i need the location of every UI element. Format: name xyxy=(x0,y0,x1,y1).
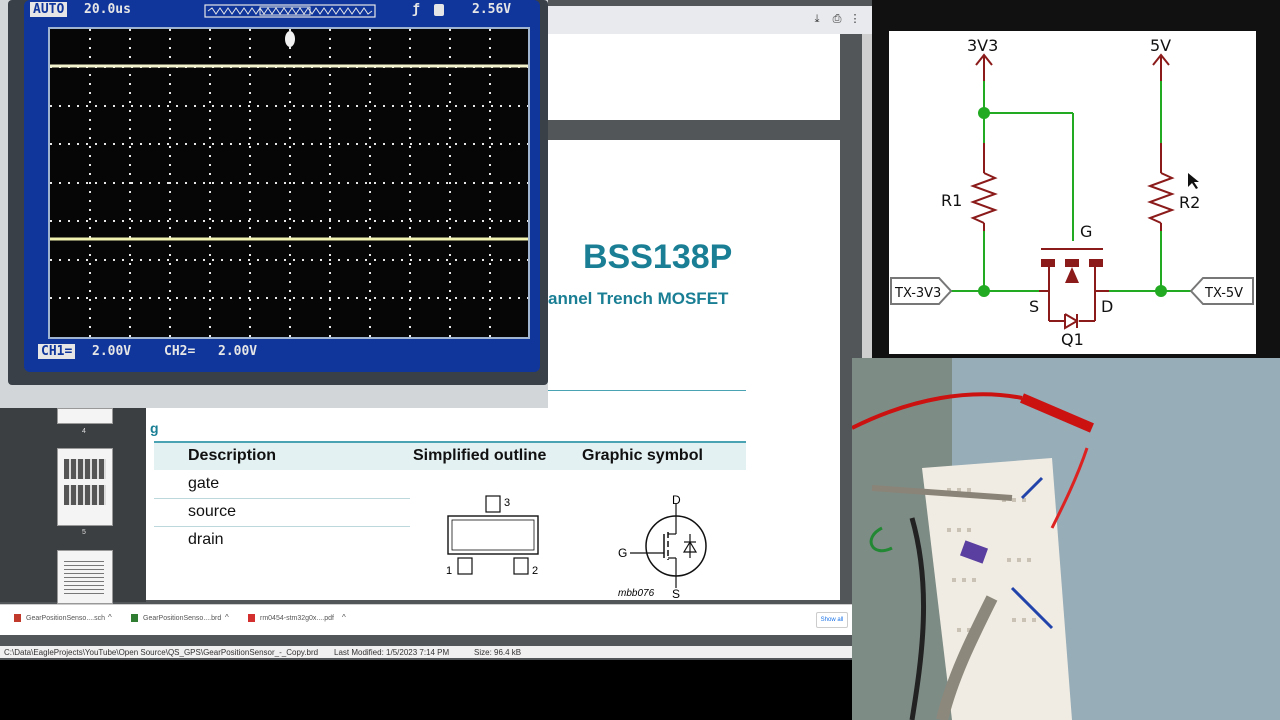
drain-label: D xyxy=(1101,297,1113,316)
col-graphic-symbol: Graphic symbol xyxy=(582,447,703,464)
oscilloscope-photo: AUTO 20.0us ƒ 2.56V CH1= 2.00V CH2= 2.00… xyxy=(0,0,548,408)
row-divider xyxy=(154,526,410,527)
chevron-up-icon[interactable]: ^ xyxy=(342,613,346,622)
pdf-file-icon xyxy=(248,614,255,622)
pin-label-1: 1 xyxy=(446,565,452,577)
col-description: Description xyxy=(188,447,277,464)
trigger-slope-icon: ƒ xyxy=(412,2,420,17)
level-shifter-schematic: 3V3 5V R1 R2 G S D Q1 TX-3V3 TX-5V xyxy=(890,36,1254,349)
ch2-label: CH2= xyxy=(164,344,196,359)
r2-label: R2 xyxy=(1179,193,1200,212)
pdf-toolbar: ⤓ ⎙ ⋮ xyxy=(548,6,872,34)
download-icon[interactable]: ⤓ xyxy=(810,12,824,26)
status-file-path: C:\Data\EagleProjects\YouTube\Open Sourc… xyxy=(4,648,319,657)
scope-graticule xyxy=(50,29,528,337)
ch2-scale: 2.00V xyxy=(218,344,258,359)
breadboard-photo xyxy=(852,358,1280,720)
part-subtitle: annel Trench MOSFET xyxy=(548,289,729,308)
chevron-up-icon[interactable]: ^ xyxy=(108,613,112,622)
trigger-position-bar xyxy=(204,4,376,18)
scope-mode: AUTO xyxy=(30,2,68,17)
q1-label: Q1 xyxy=(1061,330,1084,349)
chevron-up-icon[interactable]: ^ xyxy=(225,613,229,622)
title-divider xyxy=(548,390,746,391)
col-simplified-outline: Simplified outline xyxy=(413,447,547,464)
status-file-size: Size: 96.4 kB xyxy=(474,648,522,657)
symbol-gate-label: G xyxy=(618,546,627,560)
mosfet-symbol-drawing: D G S mbb076 xyxy=(618,493,707,600)
ch1-scale: 2.00V xyxy=(92,344,132,359)
file-icon xyxy=(131,614,138,622)
more-options-icon[interactable]: ⋮ xyxy=(848,12,862,26)
rail-5v-label: 5V xyxy=(1150,36,1171,55)
download-filename: GearPositionSenso....brd xyxy=(143,614,222,622)
pin-label-2: 2 xyxy=(532,565,538,577)
port-tx-5v-label: TX-5V xyxy=(1204,286,1243,301)
source-label: S xyxy=(1029,297,1039,316)
pin-desc-gate: gate xyxy=(188,475,220,492)
page-thumbnail[interactable] xyxy=(57,408,113,424)
ch1-label-icon: CH1= xyxy=(38,344,76,359)
package-outline-drawing: 3 1 2 xyxy=(446,495,539,577)
symbol-code-label: mbb076 xyxy=(618,588,655,599)
pin-desc-source: source xyxy=(188,503,237,520)
symbol-drain-label: D xyxy=(672,493,681,507)
page-thumbnail-active[interactable] xyxy=(57,448,113,526)
breadboard-illustration xyxy=(852,358,1280,720)
print-icon[interactable]: ⎙ xyxy=(830,12,844,26)
trigger-source-icon xyxy=(434,4,444,16)
file-icon xyxy=(14,614,21,622)
scope-timebase: 20.0us xyxy=(84,2,131,17)
gate-label: G xyxy=(1080,222,1092,241)
download-item-pdf[interactable]: rm0454-stm32g0x....pdf xyxy=(248,614,334,622)
pdf-thumbnail-sidebar: 4 5 xyxy=(0,408,146,604)
trigger-marker xyxy=(285,31,295,47)
download-filename: GearPositionSenso....sch xyxy=(26,614,105,622)
pin-label-3: 3 xyxy=(504,497,510,509)
thumbnail-page-number: 4 xyxy=(82,428,86,435)
downloads-bar: GearPositionSenso....sch ^ GearPositionS… xyxy=(0,604,852,635)
section-heading-fragment: g xyxy=(150,420,159,436)
rail-3v3-label: 3V3 xyxy=(967,36,998,55)
pdf-page-previous xyxy=(548,34,840,120)
status-last-modified: Last Modified: 1/5/2023 7:14 PM xyxy=(334,648,450,657)
download-item-sch[interactable]: GearPositionSenso....sch xyxy=(14,614,105,622)
scope-plot-area xyxy=(48,27,530,339)
schematic-canvas: 3V3 5V R1 R2 G S D Q1 TX-3V3 TX-5V xyxy=(889,31,1256,354)
download-filename: rm0454-stm32g0x....pdf xyxy=(260,614,334,622)
port-tx-3v3-label: TX-3V3 xyxy=(894,286,941,301)
row-divider xyxy=(154,498,410,499)
page-thumbnail[interactable] xyxy=(57,550,113,604)
r1-label: R1 xyxy=(941,191,962,210)
part-number-title: BSS138P xyxy=(583,238,733,276)
trigger-level: 2.56V xyxy=(472,2,512,17)
show-all-button[interactable]: Show all xyxy=(816,612,848,628)
mouse-cursor-icon xyxy=(1188,173,1199,189)
download-item-brd[interactable]: GearPositionSenso....brd xyxy=(131,614,221,622)
symbol-source-label: S xyxy=(672,587,680,600)
thumbnail-page-number: 5 xyxy=(82,529,86,536)
pin-desc-drain: drain xyxy=(188,531,224,548)
